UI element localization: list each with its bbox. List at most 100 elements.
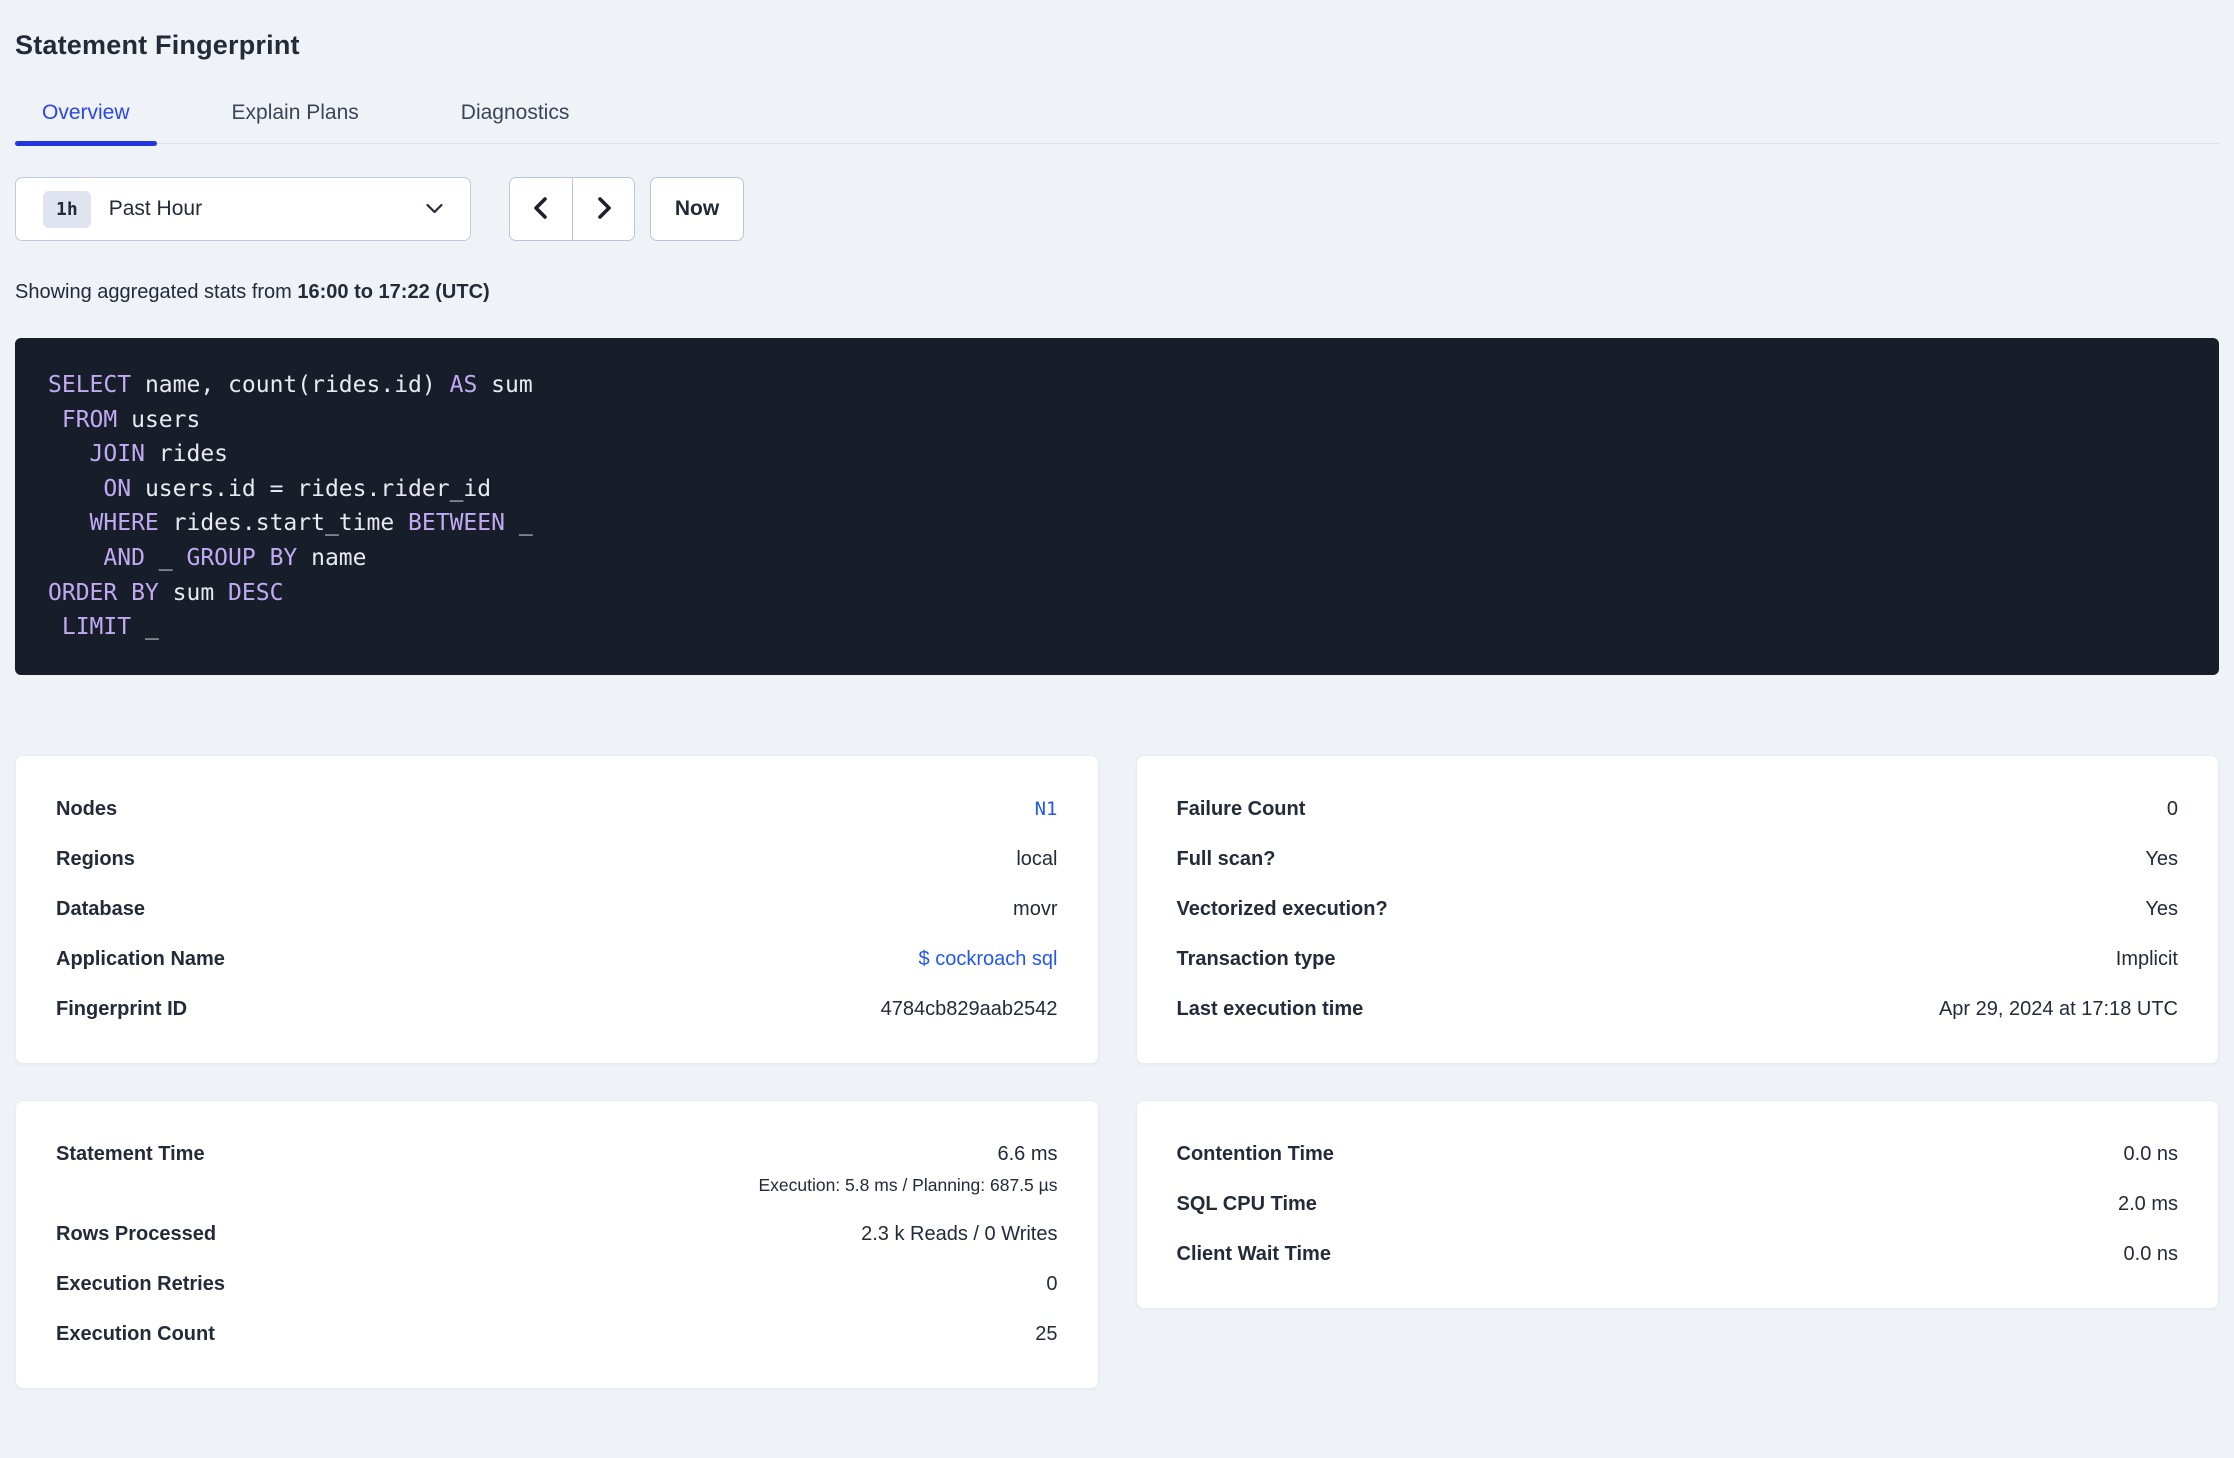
nodes-value-link[interactable]: N1 bbox=[1035, 798, 1058, 820]
nodes-label: Nodes bbox=[56, 797, 118, 820]
transaction-type-label: Transaction type bbox=[1176, 947, 1336, 970]
stats-line-range: 16:00 to 17:22 (UTC) bbox=[297, 281, 490, 303]
full-scan-label: Full scan? bbox=[1176, 847, 1276, 870]
sql-text: _ bbox=[144, 544, 187, 571]
regions-label: Regions bbox=[56, 847, 135, 870]
sql-keyword: ORDER BY bbox=[48, 579, 159, 606]
vectorized-execution-value: Yes bbox=[2145, 897, 2178, 920]
row-failure-count: Failure Count 0 bbox=[1177, 798, 2179, 821]
nodes-value-wrap: N1 bbox=[1035, 798, 1058, 820]
row-execution-count: Execution Count 25 bbox=[56, 1323, 1058, 1346]
database-value-wrap: movr bbox=[1013, 898, 1057, 921]
database-value: movr bbox=[1013, 897, 1058, 920]
prev-range-button[interactable] bbox=[510, 178, 572, 240]
transaction-type-value: Implicit bbox=[2115, 947, 2178, 970]
sql-keyword: ON bbox=[103, 475, 132, 502]
row-execution-retries: Execution Retries 0 bbox=[56, 1273, 1058, 1296]
time-range-dropdown[interactable]: 1h Past Hour bbox=[15, 177, 471, 241]
client-wait-time-value-wrap: 0.0 ns bbox=[2124, 1243, 2178, 1266]
last-execution-time-value: Apr 29, 2024 at 17:18 UTC bbox=[1938, 997, 2178, 1020]
row-application-name: Application Name $ cockroach sql bbox=[56, 948, 1058, 971]
row-statement-time: Statement Time 6.6 ms Execution: 5.8 ms / … bbox=[56, 1143, 1058, 1196]
execution-retries-value: 0 bbox=[1046, 1272, 1058, 1295]
failure-count-label: Failure Count bbox=[1176, 797, 1306, 820]
application-name-value-link[interactable]: $ cockroach sql bbox=[919, 948, 1058, 971]
fingerprint-id-value: 4784cb829aab2542 bbox=[880, 997, 1058, 1020]
timing-cards: Statement Time 6.6 ms Execution: 5.8 ms / … bbox=[15, 1099, 2219, 1389]
rows-processed-value-wrap: 2.3 k Reads / 0 Writes bbox=[861, 1223, 1057, 1246]
execution-retries-label: Execution Retries bbox=[56, 1272, 225, 1295]
time-range-badge: 1h bbox=[43, 190, 91, 228]
row-vectorized-execution: Vectorized execution? Yes bbox=[1177, 898, 2179, 921]
card-execution-attributes: Failure Count 0 Full scan? Yes Vectorized ex… bbox=[1135, 754, 2219, 1064]
client-wait-time-label: Client Wait Time bbox=[1176, 1242, 1331, 1265]
sql-statement-box: SELECT name, count(rides.id) AS sum FROM… bbox=[15, 338, 2219, 675]
row-last-execution-time: Last execution time Apr 29, 2024 at 17:18… bbox=[1177, 998, 2179, 1021]
time-range-pager bbox=[509, 177, 635, 241]
sql-keyword: GROUP BY bbox=[186, 544, 298, 571]
next-range-button[interactable] bbox=[572, 178, 634, 240]
card-statement-timing: Statement Time 6.6 ms Execution: 5.8 ms / … bbox=[15, 1099, 1099, 1389]
sql-text: _ bbox=[131, 614, 159, 641]
row-rows-processed: Rows Processed 2.3 k Reads / 0 Writes bbox=[56, 1223, 1058, 1246]
rows-processed-value: 2.3 k Reads / 0 Writes bbox=[861, 1222, 1058, 1245]
failure-count-value: 0 bbox=[2166, 797, 2178, 820]
execution-count-value: 25 bbox=[1035, 1322, 1058, 1345]
sql-text: rides.start_time bbox=[158, 510, 409, 537]
summary-cards: Nodes N1 Regions local Database movr Applicati… bbox=[15, 754, 2219, 1064]
chevron-left-icon bbox=[529, 194, 553, 225]
sql-text: rides bbox=[144, 441, 229, 468]
vectorized-execution-value-wrap: Yes bbox=[2145, 898, 2178, 921]
sql-keyword: LIMIT bbox=[61, 614, 132, 641]
card-statement-details: Nodes N1 Regions local Database movr Applicati… bbox=[15, 754, 1099, 1064]
sql-cpu-time-value: 2.0 ms bbox=[2117, 1192, 2178, 1215]
sql-text: _ bbox=[504, 510, 533, 537]
card-wait-timing: Contention Time 0.0 ns SQL CPU Time 2.0 ms C… bbox=[1135, 1099, 2219, 1309]
sql-keyword: SELECT bbox=[48, 372, 132, 398]
fingerprint-id-label: Fingerprint ID bbox=[56, 997, 188, 1020]
full-scan-value: Yes bbox=[2145, 847, 2178, 870]
row-client-wait-time: Client Wait Time 0.0 ns bbox=[1177, 1243, 2179, 1266]
sql-keyword: JOIN bbox=[89, 441, 145, 468]
statement-time-sub-value: Execution: 5.8 ms / Planning: 687.5 µs bbox=[758, 1174, 1058, 1195]
last-execution-time-label: Last execution time bbox=[1176, 997, 1364, 1020]
row-contention-time: Contention Time 0.0 ns bbox=[1177, 1143, 2179, 1166]
sql-text: name, count(rides.id) bbox=[131, 372, 450, 398]
regions-value: local bbox=[1016, 847, 1058, 870]
contention-time-label: Contention Time bbox=[1176, 1142, 1334, 1165]
statement-time-value-wrap: 6.6 ms Execution: 5.8 ms / Planning: 687.… bbox=[758, 1143, 1057, 1196]
row-transaction-type: Transaction type Implicit bbox=[1177, 948, 2179, 971]
sql-keyword: FROM bbox=[61, 406, 118, 433]
sql-text: sum bbox=[477, 372, 533, 398]
full-scan-value-wrap: Yes bbox=[2145, 848, 2178, 871]
last-execution-time-value-wrap: Apr 29, 2024 at 17:18 UTC bbox=[1939, 998, 2178, 1021]
tab-bar: Overview Explain Plans Diagnostics bbox=[15, 101, 2219, 146]
statement-time-value: 6.6 ms bbox=[997, 1142, 1058, 1165]
database-label: Database bbox=[56, 897, 145, 920]
tab-explain-plans[interactable]: Explain Plans bbox=[205, 101, 386, 143]
now-button[interactable]: Now bbox=[650, 177, 744, 241]
sql-text: users bbox=[117, 406, 201, 433]
contention-time-value-wrap: 0.0 ns bbox=[2124, 1143, 2178, 1166]
tab-diagnostics[interactable]: Diagnostics bbox=[434, 101, 597, 143]
statement-time-label: Statement Time bbox=[56, 1142, 205, 1165]
row-regions: Regions local bbox=[56, 848, 1058, 871]
sql-text: sum bbox=[158, 579, 229, 606]
row-full-scan: Full scan? Yes bbox=[1177, 848, 2179, 871]
sql-cpu-time-label: SQL CPU Time bbox=[1176, 1192, 1317, 1215]
rows-processed-label: Rows Processed bbox=[56, 1222, 217, 1245]
fingerprint-id-value-wrap: 4784cb829aab2542 bbox=[881, 998, 1058, 1021]
time-range-label: Past Hour bbox=[108, 197, 203, 220]
application-name-label: Application Name bbox=[56, 947, 225, 970]
sql-cpu-time-value-wrap: 2.0 ms bbox=[2118, 1193, 2178, 1216]
tab-overview[interactable]: Overview bbox=[15, 101, 157, 146]
sql-keyword: WHERE bbox=[89, 510, 159, 537]
sql-text: users.id = rides.rider_id bbox=[131, 475, 492, 502]
execution-count-label: Execution Count bbox=[56, 1322, 215, 1345]
time-controls: 1h Past Hour Now bbox=[15, 177, 2219, 241]
